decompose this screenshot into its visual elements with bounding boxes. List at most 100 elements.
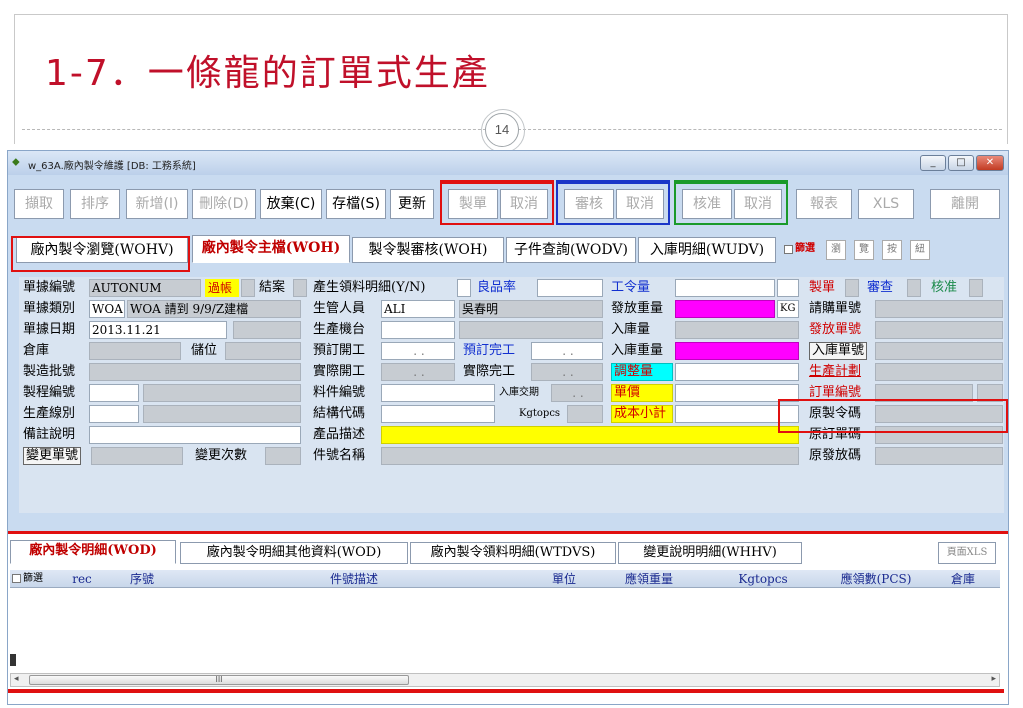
cancel-review-button[interactable]: 取消 [616, 189, 664, 219]
cancel-approve-button[interactable]: 取消 [734, 189, 782, 219]
doc-date-label: 單據日期 [23, 322, 76, 337]
line-label: 生產線別 [23, 406, 76, 421]
approved-label: 核准 [931, 280, 958, 295]
in-wt-field[interactable] [675, 342, 799, 360]
col-req-wt[interactable]: 應領重量 [594, 570, 704, 588]
col-rec[interactable]: rec [52, 570, 112, 588]
tab-material[interactable]: 廠內製令領料明細(WTDVS) [410, 542, 616, 564]
col-kgtopcs[interactable]: Kgtopcs [708, 570, 818, 588]
tab-detail[interactable]: 廠內製令明細(WOD) [10, 540, 176, 564]
act-start-label: 實際開工 [313, 364, 366, 379]
add-button[interactable]: 新增(I) [126, 189, 188, 219]
filter-checkbox[interactable] [784, 245, 793, 254]
scroll-thumb[interactable]: III [29, 675, 409, 685]
price-label: 單價 [611, 384, 673, 402]
line-desc [143, 405, 301, 423]
yield-field[interactable] [537, 279, 603, 297]
struct-field[interactable] [381, 405, 495, 423]
col-warehouse[interactable]: 倉庫 [934, 570, 992, 588]
tab-review[interactable]: 製令製審核(WOH) [352, 237, 504, 263]
posted-label: 過帳 [205, 279, 239, 297]
work-qty-unit[interactable] [777, 279, 799, 297]
plan-end-label: 預訂完工 [463, 343, 516, 358]
line-field[interactable] [89, 405, 139, 423]
plan-start-label: 預訂開工 [313, 343, 366, 358]
plan-end-field[interactable]: . . [531, 342, 603, 360]
tab-change[interactable]: 變更說明明細(WHHV) [618, 542, 802, 564]
slide: 1-7．一條龍的訂單式生產 14 ⬥ w_63A.廠內製令維護 [DB: 工務系… [0, 0, 1023, 708]
save-button[interactable]: 存檔(S) [326, 189, 386, 219]
close-button[interactable]: ✕ [976, 155, 1004, 171]
approve-button[interactable]: 核准 [682, 189, 732, 219]
horizontal-scrollbar[interactable]: ◂ III ▸ [10, 673, 1000, 687]
detail-filter-checkbox[interactable] [12, 574, 21, 583]
tab-receipt[interactable]: 入庫明細(WUDV) [638, 237, 776, 263]
update-button[interactable]: 更新 [390, 189, 434, 219]
report-button[interactable]: 報表 [796, 189, 852, 219]
doc-no-field[interactable]: AUTONUM [89, 279, 201, 297]
maximize-button[interactable]: □ [948, 155, 974, 171]
remark-label: 備註說明 [23, 427, 76, 442]
app-icon: ⬥ [12, 155, 20, 168]
mgr-field[interactable]: ALI [381, 300, 455, 318]
doc-date-field[interactable]: 2013.11.21 [89, 321, 227, 339]
work-qty-field[interactable] [675, 279, 775, 297]
browse-1-button[interactable]: 瀏 [826, 240, 846, 260]
location-field[interactable] [225, 342, 301, 360]
desc-field[interactable] [381, 426, 799, 444]
browse-2-button[interactable]: 覽 [854, 240, 874, 260]
review-button[interactable]: 審核 [564, 189, 614, 219]
scroll-right-icon[interactable]: ▸ [991, 674, 996, 684]
issue-wt-field[interactable] [675, 300, 775, 318]
change-no-button[interactable]: 變更單號 [23, 447, 82, 465]
mat-detail-field[interactable] [457, 279, 471, 297]
purchase-no-label: 請購單號 [809, 301, 862, 316]
press-button[interactable]: 按 [882, 240, 902, 260]
button-button[interactable]: 紐 [910, 240, 930, 260]
doc-date-extra [233, 321, 301, 339]
page-xls-button[interactable]: 頁面XLS [938, 542, 996, 564]
work-qty-label: 工令量 [611, 280, 651, 295]
fetch-button[interactable]: 擷取 [14, 189, 64, 219]
doc-type-desc: WOA 請到 9/9/Z建檔 [127, 300, 301, 318]
discard-button[interactable]: 放棄(C) [260, 189, 322, 219]
orig-issue-field [875, 447, 1003, 465]
process-field[interactable] [89, 384, 139, 402]
act-end-label: 實際完工 [463, 364, 516, 379]
issue-wt-label: 發放重量 [611, 301, 664, 316]
reviewed-flag [907, 279, 921, 297]
machine-field[interactable] [381, 321, 455, 339]
col-seq[interactable]: 序號 [116, 570, 168, 588]
approved-flag [969, 279, 983, 297]
minimize-button[interactable]: _ [920, 155, 946, 171]
delete-button[interactable]: 刪除(D) [192, 189, 256, 219]
part-name-label: 件號名稱 [313, 448, 366, 463]
plan-link[interactable]: 生產計劃 [809, 363, 861, 381]
exit-button[interactable]: 離開 [930, 189, 1000, 219]
make-button[interactable]: 製單 [448, 189, 498, 219]
scroll-left-icon[interactable]: ◂ [14, 674, 19, 684]
highlight-browse-tab [11, 236, 190, 272]
remark-field[interactable] [89, 426, 301, 444]
doc-type-field[interactable]: WOA [89, 300, 125, 318]
batch-field[interactable] [89, 363, 301, 381]
part-no-field[interactable] [381, 384, 495, 402]
warehouse-field[interactable] [89, 342, 181, 360]
tab-main[interactable]: 廠內製令主檔(WOH) [192, 235, 350, 263]
tab-parts[interactable]: 子件查詢(WODV) [506, 237, 636, 263]
kg-unit: KG [777, 300, 799, 318]
cancel-make-button[interactable]: 取消 [500, 189, 548, 219]
sort-button[interactable]: 排序 [70, 189, 120, 219]
col-desc[interactable]: 件號描述 [172, 570, 536, 588]
machine-label: 生產機台 [313, 322, 366, 337]
col-unit[interactable]: 單位 [538, 570, 590, 588]
change-cnt-field [265, 447, 301, 465]
in-no-button[interactable]: 入庫單號 [809, 342, 868, 360]
batch-label: 製造批號 [23, 364, 76, 379]
xls-button[interactable]: XLS [858, 189, 914, 219]
col-req-pcs[interactable]: 應領數(PCS) [822, 570, 930, 588]
plan-start-field[interactable]: . . [381, 342, 455, 360]
adjust-field[interactable] [675, 363, 799, 381]
reviewed-label: 審查 [867, 280, 894, 295]
tab-detail-other[interactable]: 廠內製令明細其他資料(WOD) [180, 542, 408, 564]
